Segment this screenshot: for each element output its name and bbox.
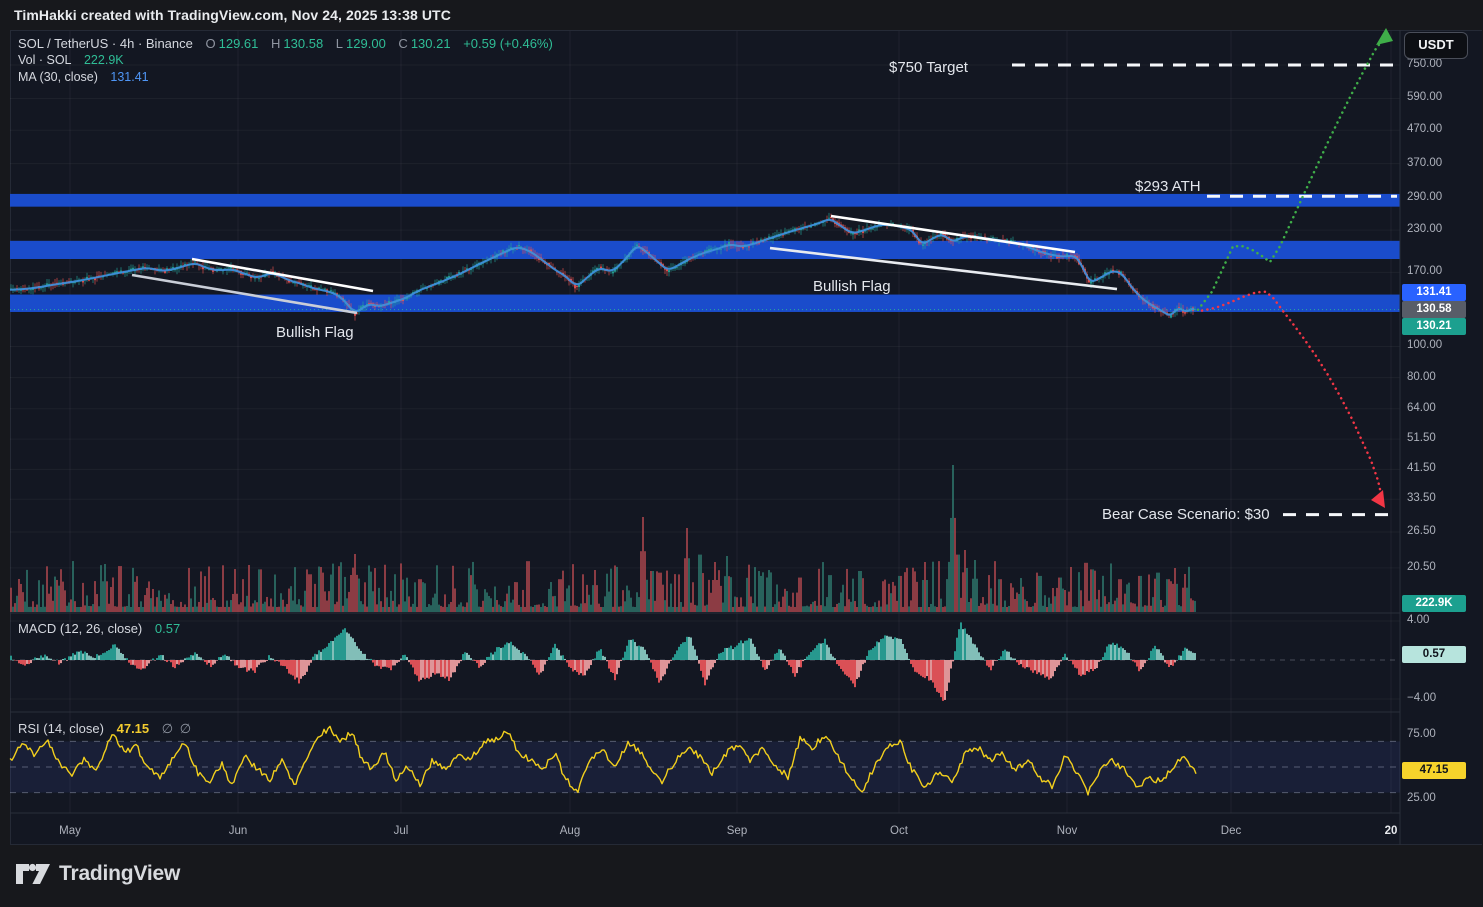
open-label: O — [206, 36, 216, 51]
rsi-axis-tick: 25.00 — [1407, 792, 1436, 804]
close-label: C — [398, 36, 407, 51]
rsi-label: RSI (14, close) — [18, 721, 104, 736]
price-axis-tick: 80.00 — [1407, 371, 1436, 383]
attribution-text: TimHakki created with TradingView.com, N… — [14, 7, 451, 23]
ma-legend-row: MA (30, close) 131.41 — [18, 70, 152, 84]
time-axis[interactable] — [10, 813, 1400, 845]
bear-case-annotation: Bear Case Scenario: $30 — [1102, 506, 1270, 523]
price-axis-tick: 590.00 — [1407, 91, 1442, 103]
price-axis-tick: 470.00 — [1407, 123, 1442, 135]
price-axis-tick: 33.50 — [1407, 492, 1436, 504]
volume-legend-row: Vol · SOL 222.9K — [18, 53, 127, 67]
price-axis-tick: 100.00 — [1407, 339, 1442, 351]
target-750-annotation: $750 Target — [889, 59, 968, 76]
rsi-value-badge: 47.15 — [1402, 762, 1466, 779]
price-axis-tick: 750.00 — [1407, 58, 1442, 70]
last-price-badge: 130.21 — [1402, 318, 1466, 335]
price-axis-tick: 170.00 — [1407, 265, 1442, 277]
volume-value: 222.9K — [84, 53, 124, 67]
symbol-title: SOL / TetherUS · 4h · Binance — [18, 36, 193, 51]
rsi-empty-icon-1: ∅ — [162, 721, 173, 736]
bullish-flag-annotation-2: Bullish Flag — [813, 278, 891, 295]
tradingview-footer: TradingView — [16, 860, 180, 888]
low-value: 129.00 — [346, 36, 386, 51]
time-axis-tick: Aug — [560, 825, 580, 837]
macd-label: MACD (12, 26, close) — [18, 621, 142, 636]
rsi-legend-row: RSI (14, close) 47.15 ∅ ∅ — [18, 721, 194, 737]
symbol-legend-row: SOL / TetherUS · 4h · Binance O129.61 H1… — [18, 36, 556, 51]
tradingview-brand-text: TradingView — [59, 862, 180, 886]
bullish-flag-annotation-1: Bullish Flag — [276, 324, 354, 341]
macd-axis-tick: −4.00 — [1407, 692, 1436, 704]
time-axis-tick: Dec — [1221, 825, 1241, 837]
rsi-axis-tick: 75.00 — [1407, 728, 1436, 740]
tradingview-logo-icon — [16, 860, 50, 888]
ma-value-badge: 131.41 — [1402, 284, 1466, 301]
high-value: 130.58 — [283, 36, 323, 51]
tradingview-snapshot: TimHakki created with TradingView.com, N… — [0, 0, 1483, 907]
volume-value-badge: 222.9K — [1402, 595, 1466, 612]
chart-canvas[interactable] — [10, 30, 1482, 845]
ath-293-annotation: $293 ATH — [1135, 178, 1201, 195]
price-axis-tick: 26.50 — [1407, 525, 1436, 537]
price-axis-tick: 51.50 — [1407, 432, 1436, 444]
price-axis-tick: 41.50 — [1407, 462, 1436, 474]
currency-toggle-button[interactable]: USDT — [1404, 32, 1468, 59]
macd-value-badge: 0.57 — [1402, 646, 1466, 663]
macd-axis-tick: 4.00 — [1407, 614, 1429, 626]
low-label: L — [336, 36, 343, 51]
change-value: +0.59 (+0.46%) — [463, 36, 553, 51]
time-axis-tick: Jul — [394, 825, 409, 837]
price-axis-tick: 370.00 — [1407, 157, 1442, 169]
rsi-value: 47.15 — [117, 721, 150, 736]
volume-label: Vol · SOL — [18, 53, 72, 67]
price-axis-tick: 290.00 — [1407, 191, 1442, 203]
time-axis-tick: Jun — [229, 825, 248, 837]
time-axis-tick: 20 — [1385, 825, 1398, 837]
high-label: H — [271, 36, 280, 51]
rsi-empty-icon-2: ∅ — [180, 721, 191, 736]
price-axis-tick: 20.50 — [1407, 561, 1436, 573]
macd-legend-row: MACD (12, 26, close) 0.57 — [18, 621, 183, 636]
close-value: 130.21 — [411, 36, 451, 51]
ma-value: 131.41 — [110, 70, 148, 84]
time-axis-tick: Nov — [1057, 825, 1077, 837]
price-axis-tick: 230.00 — [1407, 223, 1442, 235]
prev-close-badge: 130.58 — [1402, 301, 1466, 318]
open-value: 129.61 — [219, 36, 259, 51]
time-axis-tick: May — [59, 825, 81, 837]
ma-label: MA (30, close) — [18, 70, 98, 84]
macd-value: 0.57 — [155, 621, 180, 636]
price-axis-tick: 64.00 — [1407, 402, 1436, 414]
time-axis-tick: Sep — [727, 825, 747, 837]
time-axis-tick: Oct — [890, 825, 908, 837]
